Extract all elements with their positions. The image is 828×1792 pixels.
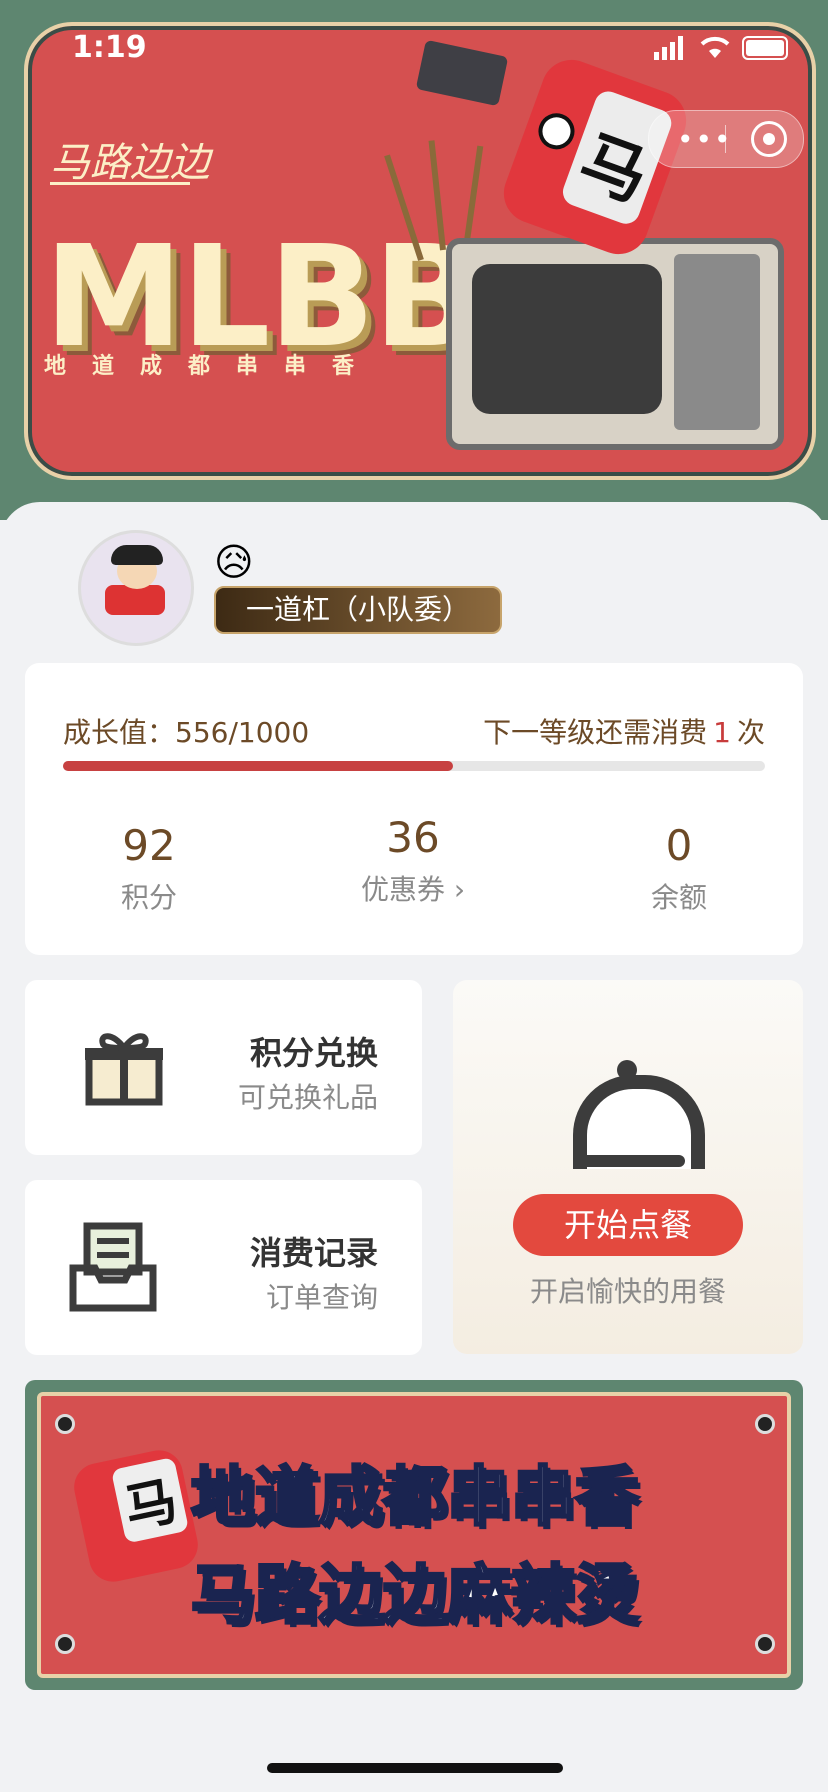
start-order-tile[interactable]: 开始点餐 开启愉快的用餐 [453,980,803,1354]
next-level-prefix: 下一等级还需消费 [483,716,708,749]
hero-subtitle: 地道成都串串香 [44,354,381,379]
stat-coupons[interactable]: 36 优惠券 › [313,813,513,908]
promo-mascot: 马 [69,1445,203,1587]
mascot-eye [533,108,580,155]
stat-balance-value: 0 [665,821,693,870]
miniprogram-capsule[interactable]: ••• [648,110,804,168]
points-exchange-title: 积分兑换 [249,1034,378,1072]
stat-balance-label: 余额 [650,881,707,914]
promo-banner[interactable]: 马 地道成都串串香 马路边边麻辣烫 [25,1380,803,1690]
brand-underline [50,182,190,185]
tv-panel [674,254,760,430]
rivet-icon [55,1414,75,1434]
stat-balance[interactable]: 0 余额 [579,821,779,916]
consumption-records-desc: 订单查询 [265,1281,378,1314]
records-tray-icon [69,1222,157,1316]
stat-points[interactable]: 92 积分 [49,821,249,916]
mascot-char: 马 [569,121,659,217]
start-order-button[interactable]: 开始点餐 [513,1194,743,1256]
level-badge: 一道杠（小队委） [214,586,502,634]
start-order-desc: 开启愉快的用餐 [529,1275,726,1308]
signal-icon [654,36,690,64]
promo-banner-inner: 马 地道成都串串香 马路边边麻辣烫 [37,1392,791,1678]
points-exchange-desc: 可兑换礼品 [237,1081,378,1114]
rivet-icon [55,1634,75,1654]
battery-icon [742,36,788,60]
stat-coupons-value: 36 [386,813,440,862]
next-level-hint: 下一等级还需消费 1 次 [483,711,765,751]
gift-icon [83,1028,165,1110]
rivet-icon [755,1634,775,1654]
tv-illustration [446,238,784,450]
rivet-icon [755,1414,775,1434]
promo-line-1: 地道成都串串香 [190,1460,641,1537]
stat-points-value: 92 [122,821,176,870]
mood-emoji: 😥 [214,540,254,584]
growth-progress-bar [63,761,765,771]
next-level-count: 1 [713,716,731,749]
avatar-shirt [105,585,165,615]
next-level-suffix: 次 [736,716,765,749]
service-bell-base [573,1155,685,1167]
stat-coupons-label: 优惠券 › [360,873,466,906]
home-indicator [267,1763,563,1773]
avatar-hair [111,545,163,565]
consumption-records-title: 消费记录 [249,1234,378,1272]
consumption-records-tile[interactable]: 消费记录 订单查询 [25,1180,422,1355]
promo-line-2: 马路边边麻辣烫 [190,1558,641,1635]
tv-screen [472,264,662,414]
status-time: 1:19 [72,30,147,65]
brand-logo: 马路边边 [50,140,210,186]
close-target-icon[interactable] [751,121,787,157]
stats-card: 成长值：556/1000 下一等级还需消费 1 次 92 积分 36 优惠券 › 0… [25,663,803,955]
capsule-divider [725,125,726,153]
growth-value: 成长值：556/1000 [63,716,310,749]
points-exchange-tile[interactable]: 积分兑换 可兑换礼品 [25,980,422,1155]
wifi-icon [698,34,732,64]
avatar[interactable] [78,530,194,646]
stat-points-label: 积分 [120,881,177,914]
growth-progress-fill [63,761,454,771]
promo-mascot-char: 马 [110,1456,190,1544]
